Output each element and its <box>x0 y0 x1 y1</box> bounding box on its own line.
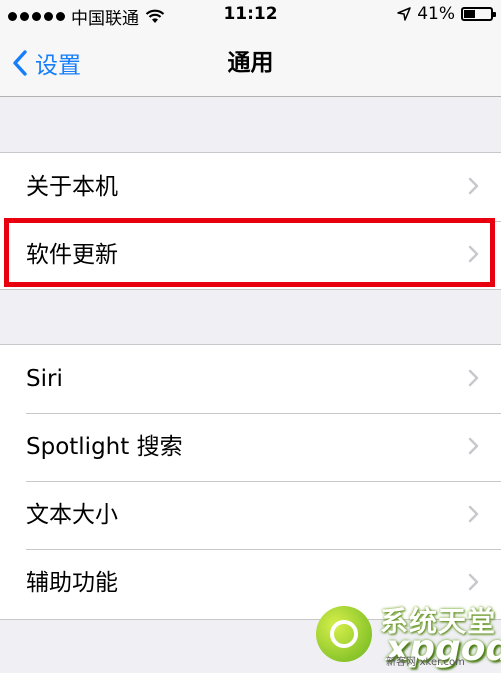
settings-group-features: Siri Spotlight 搜索 文本大小 辅助功能 <box>0 344 501 620</box>
status-bar-right: 41% <box>397 4 496 24</box>
settings-group-about: 关于本机 软件更新 <box>0 152 501 290</box>
list-item-label: 软件更新 <box>26 242 118 268</box>
list-item-label: 文本大小 <box>26 502 118 528</box>
list-item-text-size[interactable]: 文本大小 <box>0 481 501 549</box>
location-arrow-icon <box>397 7 411 21</box>
disclosure-chevron-icon <box>468 573 479 591</box>
disclosure-chevron-icon <box>468 177 479 195</box>
list-item-label: 关于本机 <box>26 174 118 200</box>
list-item-about[interactable]: 关于本机 <box>0 153 501 221</box>
list-item-label: Siri <box>26 366 63 392</box>
list-item-label: Spotlight 搜索 <box>26 434 183 460</box>
list-item-software-update[interactable]: 软件更新 <box>0 221 501 289</box>
navigation-bar: 设置 通用 <box>0 30 501 97</box>
watermark-logo-icon <box>316 606 372 662</box>
disclosure-chevron-icon <box>468 369 479 387</box>
battery-percent: 41% <box>417 4 455 24</box>
watermark-site: 新客网-xker.com <box>386 657 465 668</box>
disclosure-chevron-icon <box>468 245 479 263</box>
status-bar: 中国联通 11:12 41% <box>0 0 501 30</box>
disclosure-chevron-icon <box>468 505 479 523</box>
disclosure-chevron-icon <box>468 437 479 455</box>
page-title: 通用 <box>227 50 274 76</box>
list-item-siri[interactable]: Siri <box>0 345 501 413</box>
battery-icon <box>461 7 496 21</box>
section-gap <box>0 290 501 344</box>
list-item-spotlight-search[interactable]: Spotlight 搜索 <box>0 413 501 481</box>
section-gap <box>0 97 501 152</box>
list-item-label: 辅助功能 <box>26 570 118 596</box>
watermark: 系统天堂 xpgod 新客网-xker.com <box>306 598 501 673</box>
